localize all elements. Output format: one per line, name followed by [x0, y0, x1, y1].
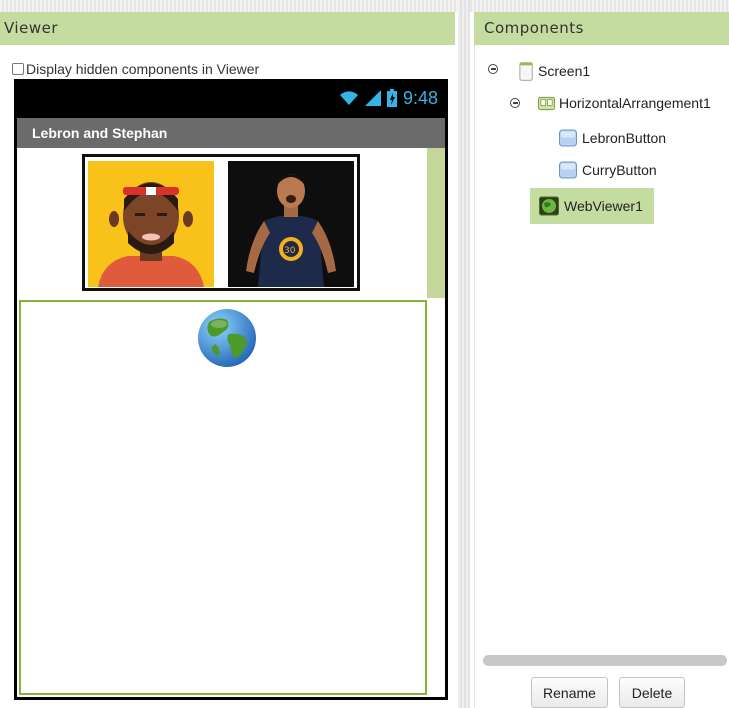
tree-item-label: CurryButton	[582, 162, 657, 178]
delete-button[interactable]: Delete	[619, 677, 685, 708]
tree-item-label: HorizontalArrangement1	[559, 95, 711, 111]
components-header: Components	[474, 12, 729, 45]
horizontal-arrangement[interactable]: 30	[82, 154, 360, 291]
status-bar: 9:48	[14, 79, 448, 118]
viewer-header: Viewer	[0, 12, 455, 45]
tree-item-horizontal-arrangement1[interactable]: HorizontalArrangement1	[538, 90, 711, 116]
tree-item-lebron-button[interactable]: LebronButton	[558, 125, 666, 151]
button-icon	[559, 129, 577, 147]
rename-button[interactable]: Rename	[531, 677, 608, 708]
button-icon	[559, 161, 577, 179]
tree-item-label: LebronButton	[582, 130, 667, 146]
lebron-portrait-icon	[88, 161, 214, 287]
screen-icon	[519, 61, 533, 81]
status-time: 9:48	[402, 87, 438, 108]
pane-divider[interactable]	[458, 0, 470, 708]
phone-preview: 9:48 Lebron and Stephan 30	[14, 79, 448, 700]
signal-icon	[364, 90, 381, 106]
webviewer-icon	[539, 196, 559, 216]
screen1-collapse-toggle[interactable]	[488, 64, 498, 74]
curry-button[interactable]: 30	[228, 161, 354, 287]
horizontal-arrangement-icon	[538, 96, 555, 110]
components-horizontal-scrollbar[interactable]	[483, 655, 727, 666]
tree-item-curry-button[interactable]: CurryButton	[558, 157, 657, 183]
tree-item-label: WebViewer1	[564, 198, 643, 214]
screen-scrollbar[interactable]	[427, 148, 445, 298]
globe-icon	[198, 309, 256, 367]
battery-icon	[386, 89, 397, 107]
svg-text:30: 30	[284, 246, 296, 256]
tree-item-label: Screen1	[538, 63, 591, 79]
horizontal-arrangement-collapse-toggle[interactable]	[510, 98, 520, 108]
lebron-button[interactable]	[88, 161, 214, 287]
hidden-components-row[interactable]: Display hidden components in Viewer	[12, 60, 259, 78]
tree-item-screen1[interactable]: Screen1	[519, 58, 590, 84]
webviewer-preview[interactable]	[19, 300, 427, 695]
wifi-icon	[339, 91, 358, 105]
screen-canvas[interactable]: 30	[17, 148, 445, 697]
app-title-bar: Lebron and Stephan	[17, 118, 445, 148]
status-icons: 9:48	[339, 87, 438, 109]
curry-photo-icon: 30	[228, 161, 354, 287]
top-strip	[0, 0, 729, 12]
tree-item-webviewer1[interactable]: WebViewer1	[538, 193, 643, 219]
hidden-components-checkbox[interactable]	[12, 63, 24, 75]
hidden-components-label: Display hidden components in Viewer	[26, 61, 260, 77]
